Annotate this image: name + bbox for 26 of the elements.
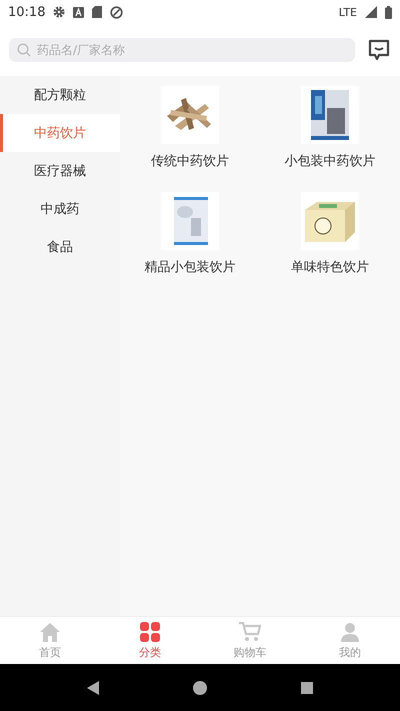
sd-card-icon bbox=[92, 6, 102, 18]
message-icon[interactable] bbox=[367, 38, 391, 62]
back-icon[interactable] bbox=[86, 680, 100, 696]
sync-icon bbox=[110, 6, 124, 18]
category-item[interactable]: 医疗器械 bbox=[0, 152, 120, 190]
category-item[interactable]: 配方颗粒 bbox=[0, 76, 120, 114]
search-field[interactable]: 药品名/厂家名称 bbox=[9, 38, 355, 62]
product-label[interactable]: 传统中药饮片 bbox=[151, 152, 229, 170]
font-icon bbox=[73, 6, 84, 18]
home-icon[interactable] bbox=[192, 680, 208, 696]
battery-icon bbox=[385, 6, 392, 18]
product-label[interactable]: 单味特色饮片 bbox=[291, 258, 369, 276]
network-type: LTE bbox=[338, 6, 357, 18]
grid-icon bbox=[140, 622, 160, 642]
recents-icon[interactable] bbox=[300, 680, 314, 694]
home-icon bbox=[39, 622, 61, 642]
person-icon bbox=[340, 622, 360, 642]
cart-icon bbox=[239, 622, 261, 642]
category-item[interactable]: 中成药 bbox=[0, 190, 120, 228]
category-item[interactable]: 食品 bbox=[0, 228, 120, 266]
clock-time: 10:18 bbox=[8, 4, 46, 20]
nav-tab[interactable]: 分类 bbox=[100, 617, 200, 664]
gear-icon bbox=[53, 6, 66, 18]
product-label[interactable]: 小包装中药饮片 bbox=[284, 152, 376, 170]
product-label[interactable]: 精品小包装饮片 bbox=[144, 258, 236, 276]
signal-icon bbox=[365, 6, 377, 18]
